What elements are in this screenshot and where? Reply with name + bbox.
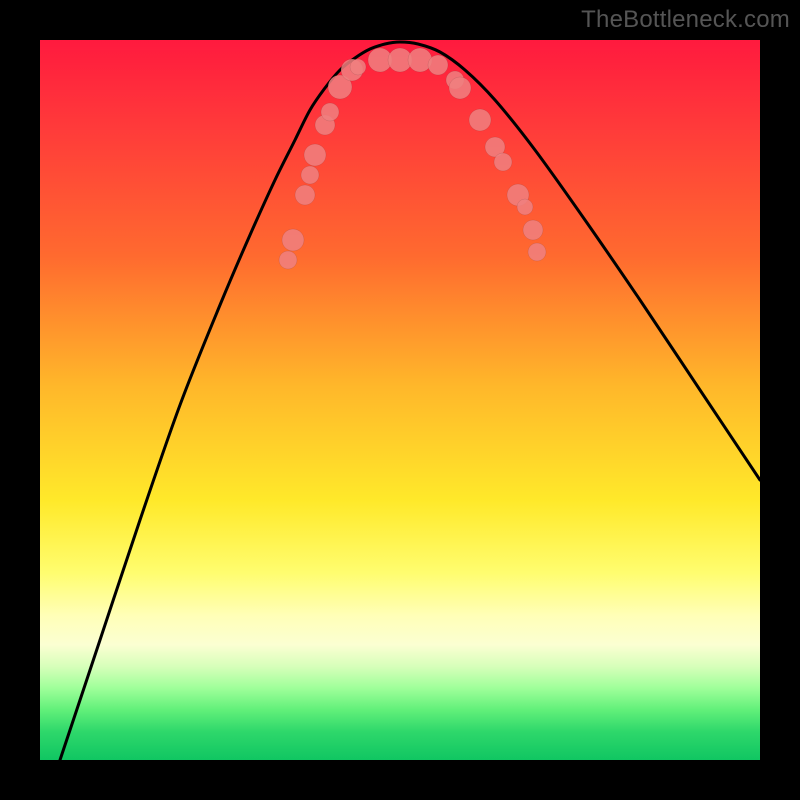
data-marker [517, 199, 533, 215]
data-marker [321, 103, 339, 121]
data-marker [523, 220, 543, 240]
data-marker [528, 243, 546, 261]
data-marker [494, 153, 512, 171]
data-marker [295, 185, 315, 205]
data-marker [469, 109, 491, 131]
data-marker [350, 59, 366, 75]
data-markers-group [279, 48, 546, 269]
chart-container: TheBottleneck.com [0, 0, 800, 800]
data-marker [304, 144, 326, 166]
data-marker [279, 251, 297, 269]
data-marker [449, 77, 471, 99]
data-marker [282, 229, 304, 251]
curve-svg [40, 40, 760, 760]
watermark-text: TheBottleneck.com [581, 6, 790, 34]
plot-area [40, 40, 760, 760]
bottleneck-curve [60, 42, 760, 760]
data-marker [428, 55, 448, 75]
data-marker [301, 166, 319, 184]
